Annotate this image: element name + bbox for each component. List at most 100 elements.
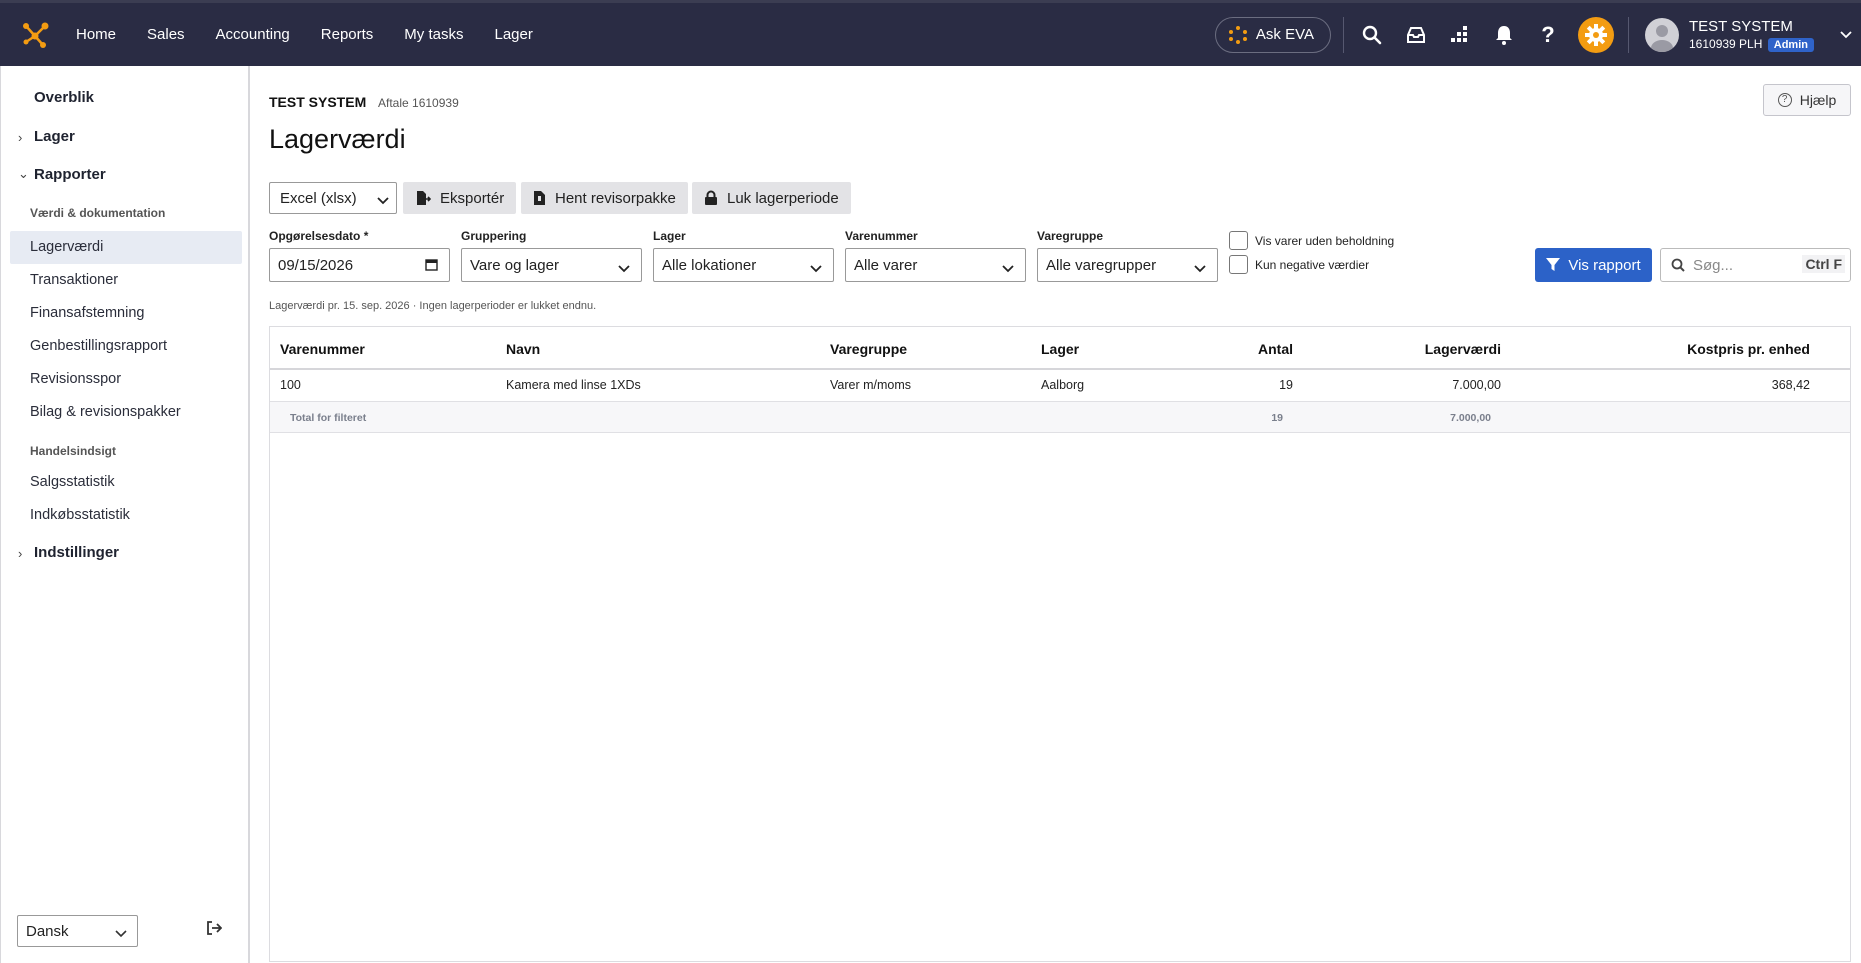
sidebar-item-overblik[interactable]: Overblik: [34, 89, 94, 106]
column-header-antal[interactable]: Antal: [1190, 341, 1293, 357]
user-name: TEST SYSTEM: [1689, 18, 1793, 35]
varenummer-value: Alle varer: [854, 256, 918, 274]
lager-label: Lager: [653, 229, 686, 243]
date-value: 09/15/2026: [278, 256, 354, 274]
app-logo-icon[interactable]: [20, 20, 50, 50]
logout-icon[interactable]: [206, 920, 223, 939]
report-table: Varenummer Navn Varegruppe Lager Antal L…: [269, 326, 1851, 962]
kun-negative-checkbox[interactable]: [1229, 255, 1248, 274]
search-icon[interactable]: [1350, 13, 1394, 57]
nav-sales[interactable]: Sales: [147, 26, 185, 43]
column-header-lager[interactable]: Lager: [1041, 341, 1079, 357]
ask-eva-label: Ask EVA: [1255, 26, 1314, 43]
column-header-kostpris[interactable]: Kostpris pr. enhed: [1570, 341, 1810, 357]
sidebar-item-bilag[interactable]: Bilag & revisionspakker: [30, 404, 181, 420]
cell-antal: 19: [1279, 378, 1293, 392]
column-header-varegruppe[interactable]: Varegruppe: [830, 341, 907, 357]
sidebar-item-genbestillingsrapport[interactable]: Genbestillingsrapport: [30, 338, 167, 354]
chevron-down-icon: [810, 260, 822, 277]
nav-reports[interactable]: Reports: [321, 26, 374, 43]
search-icon: [1671, 258, 1685, 272]
vis-varer-uden-beholdning-checkbox[interactable]: [1229, 231, 1248, 250]
column-header-navn[interactable]: Navn: [506, 341, 540, 357]
agreement-number: Aftale 1610939: [378, 96, 459, 110]
sidebar-item-lagervaerdi[interactable]: Lagerværdi: [30, 239, 103, 255]
search-input[interactable]: Søg... Ctrl F: [1660, 248, 1851, 282]
column-header-varenummer[interactable]: Varenummer: [280, 341, 365, 357]
chevron-down-icon: [1002, 260, 1014, 277]
total-label: Total for filteret: [290, 412, 367, 424]
sidebar-item-indkobsstatistik[interactable]: Indkøbsstatistik: [30, 507, 130, 523]
grouping-label: Gruppering: [461, 229, 527, 243]
company-name: TEST SYSTEM: [269, 94, 367, 110]
nav-my-tasks[interactable]: My tasks: [404, 26, 463, 43]
sidebar-item-lager[interactable]: Lager: [34, 128, 75, 145]
nav-lager[interactable]: Lager: [494, 26, 532, 43]
column-header-lagervaerdi[interactable]: Lagerværdi: [1350, 341, 1501, 357]
sidebar: Overblik › Lager ⌄ Rapporter Værdi & dok…: [0, 66, 250, 963]
revisor-label: Hent revisorpakke: [555, 189, 676, 207]
cell-varegruppe: Varer m/moms: [830, 378, 912, 392]
user-menu[interactable]: TEST SYSTEM 1610939 PLH Admin: [1645, 17, 1861, 52]
sidebar-item-finansafstemning[interactable]: Finansafstemning: [30, 305, 144, 321]
sidebar-item-indstillinger[interactable]: Indstillinger: [34, 544, 119, 561]
divider: [1343, 16, 1344, 53]
kun-negative-label: Kun negative værdier: [1255, 258, 1370, 272]
sidebar-item-revisionsspor[interactable]: Revisionsspor: [30, 371, 121, 387]
avatar: [1645, 17, 1679, 52]
help-button[interactable]: ? Hjælp: [1763, 84, 1851, 116]
nav-home[interactable]: Home: [76, 26, 116, 43]
grouping-select[interactable]: Vare og lager: [461, 248, 642, 282]
top-navbar: Home Sales Accounting Reports My tasks L…: [0, 0, 1861, 66]
filter-icon: [1546, 258, 1561, 271]
topbar-right: Ask EVA ? TEST SYSTEM 1610939 PLH Admin: [1214, 3, 1861, 66]
search-shortcut: Ctrl F: [1802, 255, 1845, 273]
export-button[interactable]: Eksportér: [403, 182, 517, 214]
cell-navn: Kamera med linse 1XDs: [506, 378, 641, 392]
export-format-select[interactable]: Excel (xlsx): [269, 182, 397, 214]
header-divider: [270, 368, 1850, 370]
ask-eva-button[interactable]: Ask EVA: [1214, 16, 1331, 53]
chevron-right-icon[interactable]: ›: [18, 130, 22, 145]
sidebar-item-rapporter[interactable]: Rapporter: [34, 166, 106, 183]
search-placeholder: Søg...: [1693, 256, 1734, 274]
bell-icon[interactable]: [1482, 13, 1526, 57]
calendar-icon[interactable]: [425, 258, 438, 275]
sidebar-item-transaktioner[interactable]: Transaktioner: [30, 272, 118, 288]
question-circle-icon: ?: [1777, 93, 1792, 107]
file-export-icon: [417, 191, 431, 205]
help-label: Hjælp: [1799, 92, 1837, 108]
varegruppe-label: Varegruppe: [1037, 229, 1104, 243]
total-lagervaerdi: 7.000,00: [1450, 412, 1491, 424]
chevron-down-icon: [1839, 27, 1853, 43]
vis-rapport-button[interactable]: Vis rapport: [1535, 248, 1652, 282]
lager-select[interactable]: Alle lokationer: [653, 248, 834, 282]
sidebar-section-vaerdi: Værdi & dokumentation: [30, 206, 166, 220]
date-input[interactable]: 09/15/2026: [269, 248, 450, 282]
luk-label: Luk lagerperiode: [727, 189, 839, 207]
language-select[interactable]: Dansk: [17, 915, 138, 947]
inbox-icon[interactable]: [1394, 13, 1438, 57]
total-antal: 19: [1271, 412, 1283, 424]
varenummer-select[interactable]: Alle varer: [845, 248, 1026, 282]
user-account: 1610939 PLH Admin: [1689, 37, 1814, 52]
vis-varer-label: Vis varer uden beholdning: [1255, 234, 1395, 248]
luk-lagerperiode-button[interactable]: Luk lagerperiode: [692, 182, 851, 214]
lager-value: Alle lokationer: [662, 256, 757, 274]
sidebar-item-salgsstatistik[interactable]: Salgsstatistik: [30, 474, 115, 490]
gear-icon[interactable]: [1578, 16, 1614, 53]
hent-revisorpakke-button[interactable]: Hent revisorpakke: [521, 182, 688, 214]
varegruppe-select[interactable]: Alle varegrupper: [1037, 248, 1218, 282]
export-label: Eksportér: [440, 189, 505, 207]
apps-icon[interactable]: [1438, 13, 1482, 57]
report-info-text: Lagerværdi pr. 15. sep. 2026 · Ingen lag…: [269, 300, 597, 312]
total-row: Total for filteret 19 7.000,00: [270, 401, 1850, 433]
date-label: Opgørelsesdato *: [269, 229, 369, 243]
chevron-right-icon[interactable]: ›: [18, 546, 22, 561]
sidebar-section-handelsindsigt: Handelsindsigt: [30, 444, 117, 458]
help-icon[interactable]: ?: [1526, 13, 1570, 57]
language-value: Dansk: [26, 922, 69, 940]
nav-accounting[interactable]: Accounting: [216, 26, 290, 43]
export-format-value: Excel (xlsx): [280, 189, 357, 207]
chevron-down-icon[interactable]: ⌄: [18, 166, 29, 182]
